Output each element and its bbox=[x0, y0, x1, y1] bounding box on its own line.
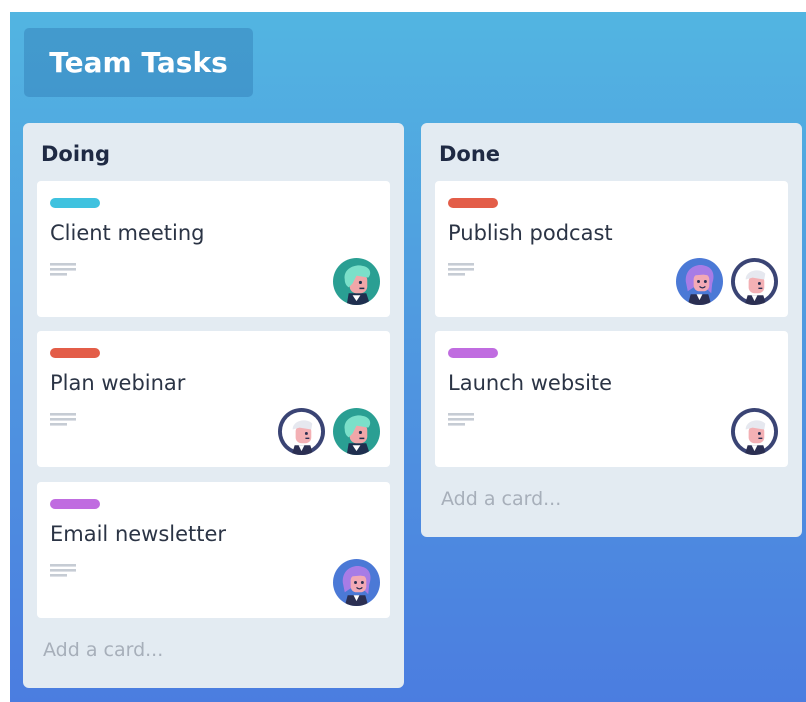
card-title: Email newsletter bbox=[50, 522, 227, 546]
card-launch-website[interactable]: Launch website bbox=[435, 331, 788, 467]
card-members bbox=[278, 408, 380, 455]
navy-avatar[interactable] bbox=[278, 408, 325, 455]
navy-avatar[interactable] bbox=[731, 408, 778, 455]
description-icon bbox=[448, 263, 474, 281]
card-title: Launch website bbox=[448, 371, 613, 395]
list-done: Done Publish podcast Launch website Add … bbox=[421, 123, 802, 537]
card-email-newsletter[interactable]: Email newsletter bbox=[37, 482, 390, 618]
card-title: Plan webinar bbox=[50, 371, 186, 395]
description-icon bbox=[50, 263, 76, 281]
description-icon bbox=[50, 564, 76, 582]
card-label bbox=[448, 348, 498, 358]
card-label bbox=[448, 198, 498, 208]
card-publish-podcast[interactable]: Publish podcast bbox=[435, 181, 788, 317]
purple-avatar[interactable] bbox=[333, 559, 380, 606]
card-members bbox=[333, 258, 380, 305]
card-title: Publish podcast bbox=[448, 221, 613, 245]
add-card-button[interactable]: Add a card... bbox=[43, 639, 163, 661]
card-members bbox=[676, 258, 778, 305]
board-title[interactable]: Team Tasks bbox=[24, 28, 253, 97]
card-label bbox=[50, 499, 100, 509]
card-members bbox=[731, 408, 778, 455]
navy-avatar[interactable] bbox=[731, 258, 778, 305]
card-plan-webinar[interactable]: Plan webinar bbox=[37, 331, 390, 467]
description-icon bbox=[50, 413, 76, 431]
list-title[interactable]: Done bbox=[439, 142, 500, 166]
add-card-button[interactable]: Add a card... bbox=[441, 488, 561, 510]
card-client-meeting[interactable]: Client meeting bbox=[37, 181, 390, 317]
teal-avatar[interactable] bbox=[333, 258, 380, 305]
card-label bbox=[50, 348, 100, 358]
list-doing: Doing Client meeting Plan webinar Email … bbox=[23, 123, 404, 688]
board: Team Tasks Doing Client meeting Plan web… bbox=[10, 12, 806, 702]
card-title: Client meeting bbox=[50, 221, 205, 245]
description-icon bbox=[448, 413, 474, 431]
teal-avatar[interactable] bbox=[333, 408, 380, 455]
list-title[interactable]: Doing bbox=[41, 142, 110, 166]
purple-avatar[interactable] bbox=[676, 258, 723, 305]
card-members bbox=[333, 559, 380, 606]
card-label bbox=[50, 198, 100, 208]
